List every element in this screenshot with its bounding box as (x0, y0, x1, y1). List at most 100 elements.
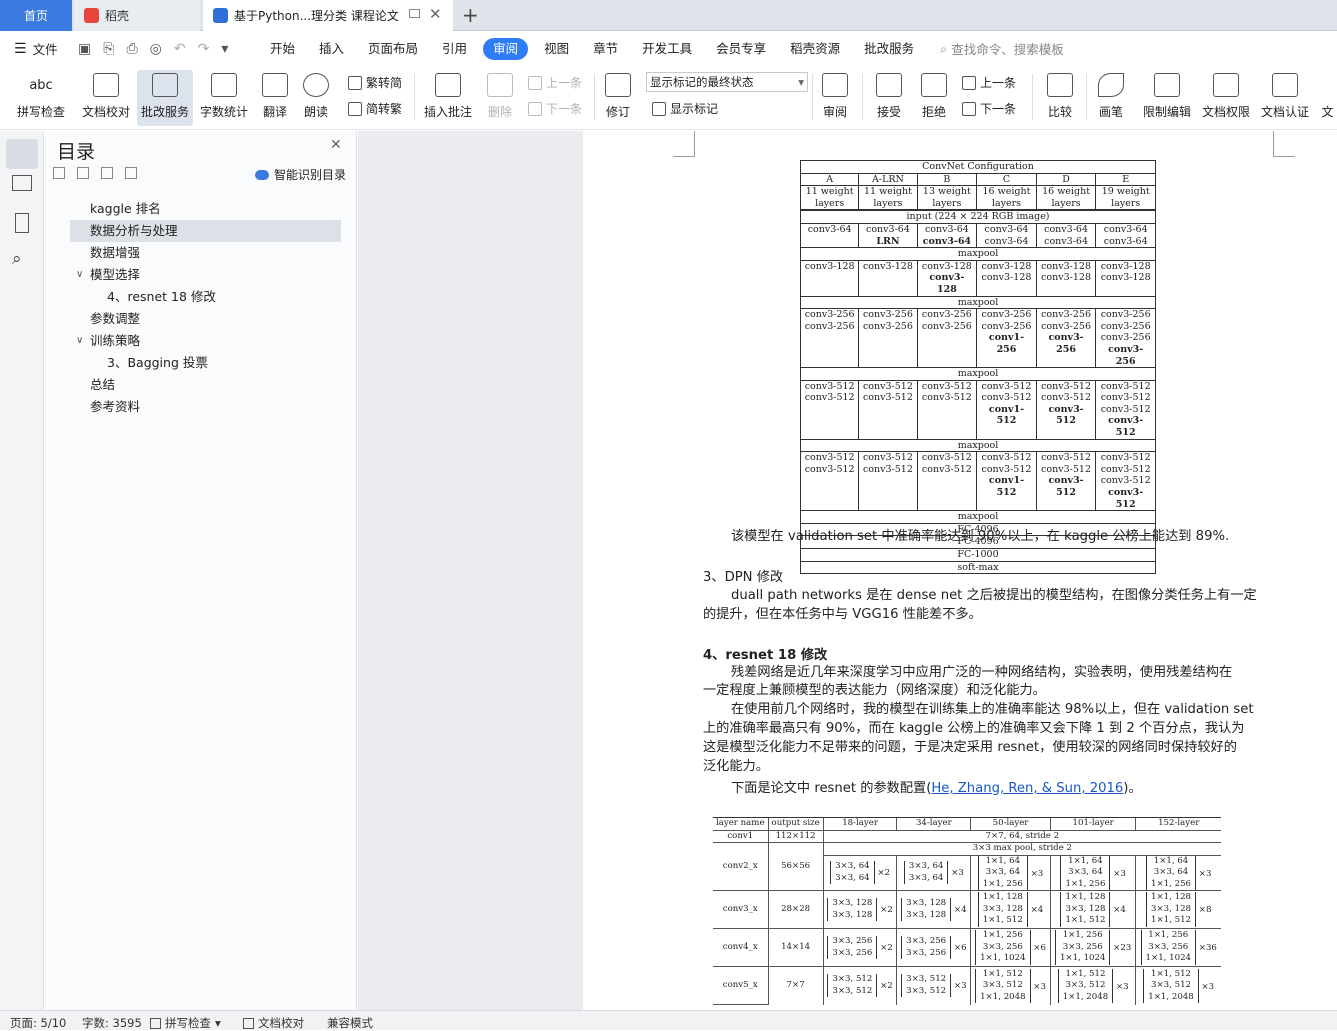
col-header: A-LRN (858, 172, 918, 187)
toc-view-icon[interactable] (6, 139, 38, 169)
remove-icon[interactable] (125, 167, 137, 179)
chevron-down-icon[interactable]: ∨ (76, 330, 83, 352)
tab-daoke[interactable]: 稻壳 (74, 0, 200, 31)
print-icon[interactable]: ⎙ (126, 41, 137, 57)
toc-item[interactable]: 模型选择 (90, 264, 140, 286)
block: 1×1, 256 3×3, 256 1×1, 1024 ×23 (1049, 928, 1136, 967)
track-changes-button[interactable]: 修订 (600, 70, 636, 126)
cell: conv3-64 conv3-64 (1095, 222, 1156, 249)
col-header: A (799, 172, 860, 187)
accept-button[interactable]: 接受 (870, 70, 908, 126)
float-window-icon[interactable] (409, 9, 420, 18)
menu-daoke-resources[interactable]: 稻壳资源 (778, 38, 852, 60)
col-header: layer name (713, 817, 769, 830)
close-panel-icon[interactable]: ✕ (330, 137, 342, 153)
next-change-button[interactable]: 下一条 (962, 100, 1016, 117)
doc-certify-button[interactable]: 文档认证 (1259, 70, 1311, 126)
menu-chapter[interactable]: 章节 (581, 38, 630, 60)
preview-icon[interactable]: ◎ (150, 41, 162, 57)
more-icon[interactable]: ▾ (221, 41, 228, 57)
menu-developer[interactable]: 开发工具 (630, 38, 704, 60)
layers-cell: 11 weight layers (858, 185, 918, 211)
show-marks-label: 显示标记 (670, 102, 719, 116)
command-search[interactable]: ⌕ 查找命令、搜索模板 (940, 39, 1064, 58)
compare-button[interactable]: 比较 (1040, 70, 1080, 126)
cell: conv3-256 conv3-256 conv3-256 conv3-256 (1095, 308, 1156, 369)
bookmark-icon[interactable] (15, 213, 29, 233)
toc-item[interactable]: 4、resnet 18 修改 (107, 286, 216, 308)
review-pane-button[interactable]: 审阅 (816, 70, 854, 126)
col-header: 152-layer (1135, 817, 1221, 830)
menu-review-service[interactable]: 批改服务 (852, 38, 926, 60)
more-button[interactable]: 文 (1318, 70, 1337, 126)
cell: conv3-512 conv3-512 conv3-512 (1035, 379, 1097, 440)
menu-reference[interactable]: 引用 (430, 38, 479, 60)
word-count[interactable]: 字数: 3595 (82, 1015, 142, 1031)
toc-item-selected[interactable]: 数据分析与处理 (70, 220, 341, 242)
new-tab-icon[interactable]: + (462, 3, 479, 27)
show-marks-button[interactable]: 显示标记 (652, 100, 718, 117)
menu-start[interactable]: 开始 (258, 38, 307, 60)
read-aloud-button[interactable]: 朗读 (298, 70, 334, 126)
cell: conv3-128 conv3-128 (1095, 259, 1156, 297)
insert-comment-button[interactable]: 插入批注 (422, 70, 474, 126)
display-state-value: 显示标记的最终状态 (650, 75, 754, 89)
display-state-select[interactable]: 显示标记的最终状态 ▾ (646, 72, 808, 92)
simp-to-trad-button[interactable]: 简转繁 (348, 100, 402, 117)
next-comment-button[interactable]: 下一条 (528, 100, 582, 117)
search-icon[interactable]: ⌕ (12, 249, 32, 269)
menu-view[interactable]: 视图 (532, 38, 581, 60)
export-icon[interactable]: ⎘ (103, 41, 114, 57)
doc-rights-button[interactable]: 文档权限 (1200, 70, 1252, 126)
toc-item[interactable]: 数据增强 (90, 242, 140, 264)
tab-document[interactable]: 基于Python...理分类 课程论文 ✕ (203, 0, 453, 31)
output-size: 56×56 (767, 842, 824, 891)
spell-check-button[interactable]: abc 拼写检查 (10, 70, 72, 126)
menu-review[interactable]: 审阅 (483, 37, 529, 60)
page-indicator[interactable]: 页面: 5/10 (10, 1015, 66, 1031)
chevron-down-icon[interactable]: ∨ (76, 264, 83, 286)
citation-link[interactable]: He, Zhang, Ren, & Sun, 2016 (931, 781, 1123, 796)
undo-icon[interactable]: ↶ (174, 41, 186, 57)
row-name: conv1 (713, 829, 769, 843)
translate-button[interactable]: 翻译 (256, 70, 294, 126)
smart-toc-button[interactable]: 智能识别目录 (255, 166, 346, 183)
toc-item[interactable]: kaggle 排名 (90, 198, 161, 220)
toc-item[interactable]: 参数调整 (90, 308, 140, 330)
toc-item[interactable]: 3、Bagging 投票 (107, 352, 208, 374)
pen-button[interactable]: 画笔 (1094, 70, 1128, 126)
softmax-row: soft-max (800, 560, 1156, 575)
document-page[interactable]: ConvNet Configuration A A-LRN B C D E 11… (583, 131, 1337, 1010)
toc-item[interactable]: 总结 (90, 374, 115, 396)
more-label: 文 (1321, 105, 1334, 119)
review-service-button[interactable]: 批改服务 (137, 70, 193, 126)
chapter-icon[interactable] (12, 175, 32, 191)
restrict-edit-label: 限制编辑 (1142, 105, 1191, 119)
word-count-button[interactable]: 字数统计 (197, 70, 251, 126)
expand-icon[interactable] (77, 167, 89, 179)
prev-comment-button[interactable]: 上一条 (528, 74, 582, 91)
delete-comment-button[interactable]: 删除 (480, 70, 520, 126)
toc-item[interactable]: 训练策略 (90, 330, 140, 352)
file-menu[interactable]: ☰ 文件 (0, 39, 78, 58)
redo-icon[interactable]: ↷ (198, 41, 210, 57)
spell-check-status[interactable]: 拼写检查 ▾ (150, 1015, 221, 1031)
close-tab-icon[interactable]: ✕ (429, 5, 442, 23)
prev-change-button[interactable]: 上一条 (962, 74, 1016, 91)
translate-label: 翻译 (262, 105, 287, 119)
reject-button[interactable]: 拒绝 (914, 70, 954, 126)
menu-insert[interactable]: 插入 (307, 38, 356, 60)
abc-icon: abc (29, 78, 53, 93)
collapse-icon[interactable] (53, 167, 65, 179)
trad-to-simp-button[interactable]: 繁转简 (348, 74, 402, 91)
save-icon[interactable]: ▣ (78, 41, 91, 57)
col-header: output size (767, 817, 824, 830)
add-icon[interactable] (101, 167, 113, 179)
menu-layout[interactable]: 页面布局 (356, 38, 430, 60)
menu-member[interactable]: 会员专享 (704, 38, 778, 60)
toc-item[interactable]: 参考资料 (90, 396, 140, 418)
restrict-edit-button[interactable]: 限制编辑 (1140, 70, 1194, 126)
tab-home[interactable]: 首页 (0, 0, 72, 31)
proofread-button[interactable]: 文档校对 (78, 70, 134, 126)
proofread-status[interactable]: 文档校对 (243, 1015, 304, 1031)
